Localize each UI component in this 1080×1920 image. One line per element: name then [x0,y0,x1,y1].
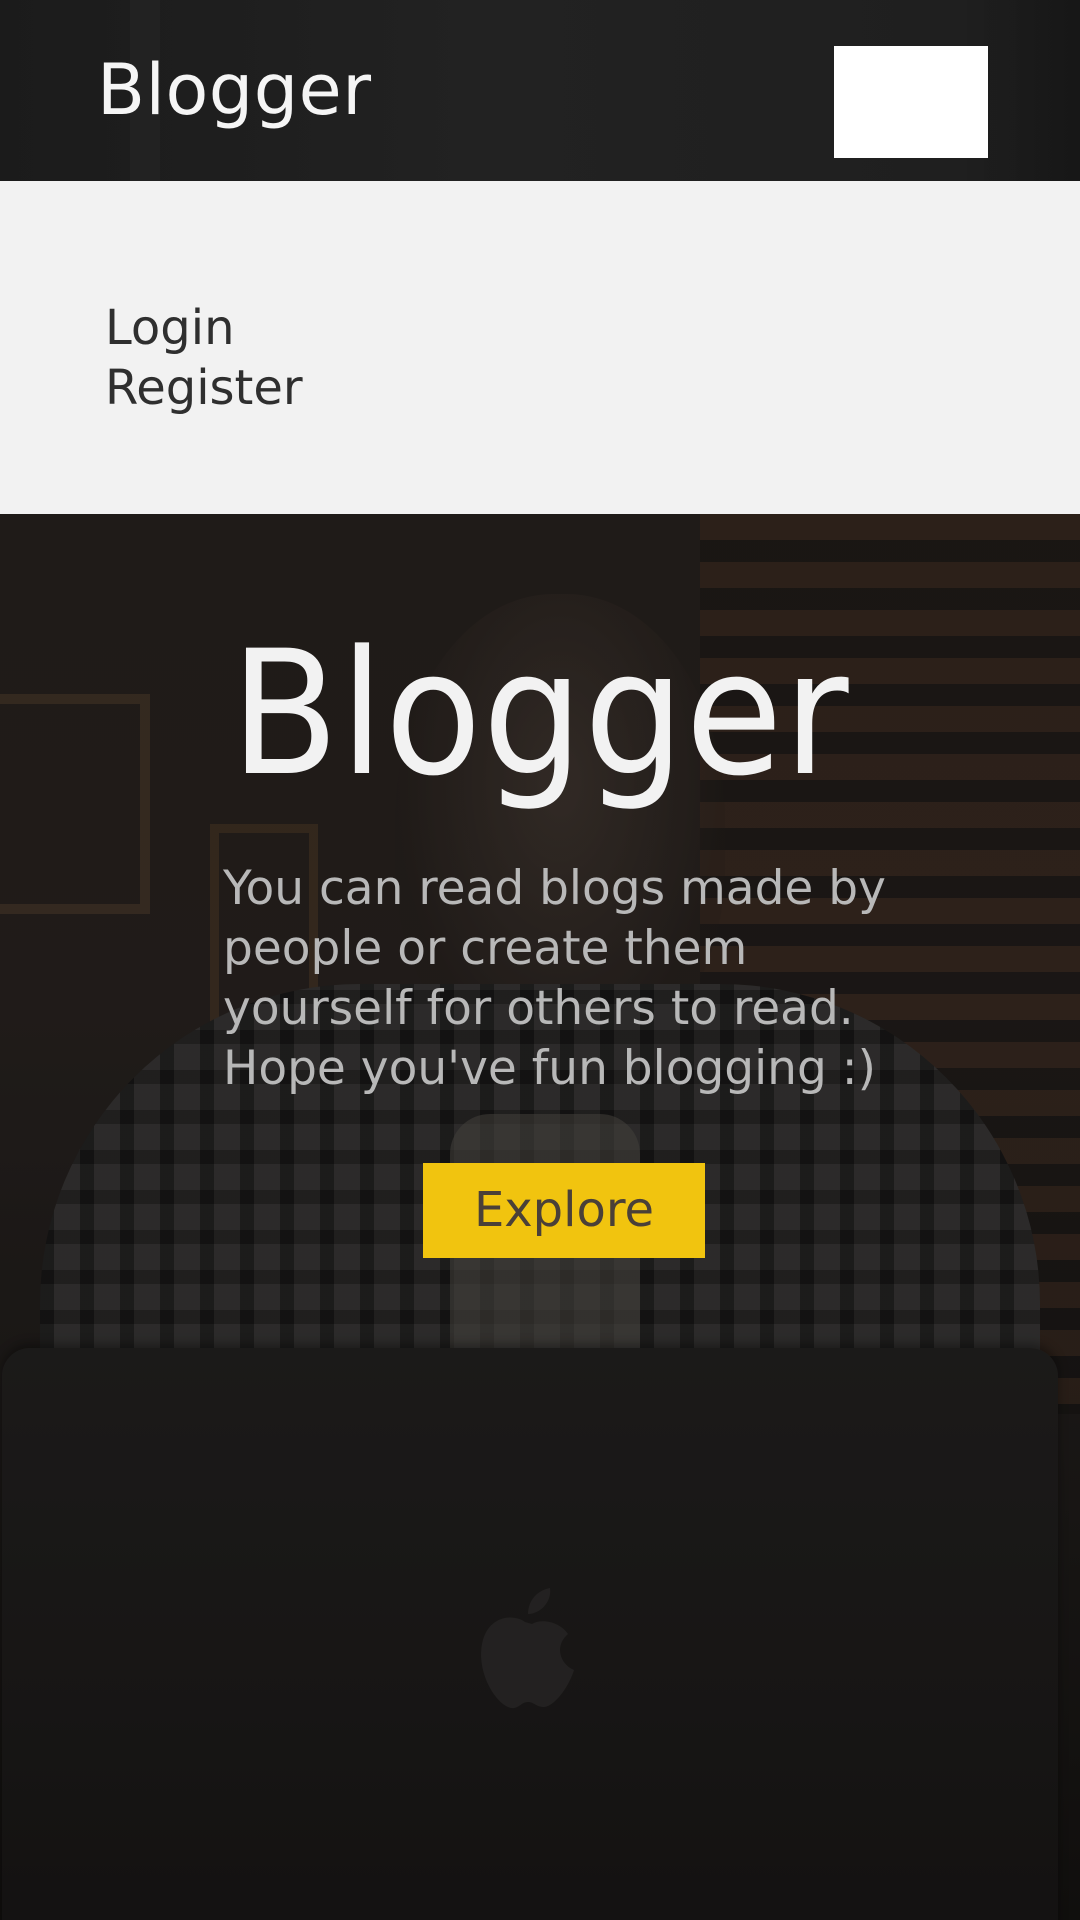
nav-link-login[interactable]: Login [105,298,235,358]
nav-link-register[interactable]: Register [105,358,303,418]
menu-toggle-button[interactable] [834,46,988,158]
nav-menu: Login Register [0,181,1080,514]
hero-description: You can read blogs made by people or cre… [223,861,886,1096]
hero-title: Blogger [230,613,850,814]
explore-button[interactable]: Explore [423,1163,705,1258]
top-navbar: Blogger [0,0,1080,181]
brand-logo[interactable]: Blogger [97,44,372,136]
hero-section: Blogger You can read blogs made by peopl… [0,514,1080,1920]
